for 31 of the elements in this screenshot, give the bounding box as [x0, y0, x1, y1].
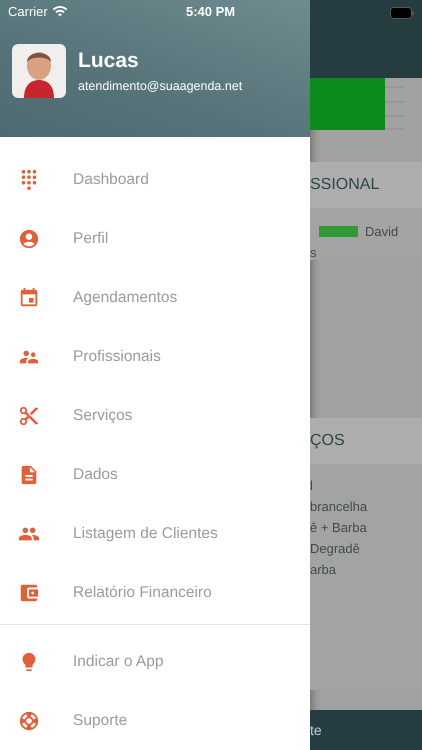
- section-header: ÇOS: [310, 418, 422, 464]
- bottom-bar-label: te: [310, 722, 322, 738]
- service-name: Degradê: [310, 541, 361, 556]
- service-name: arba: [310, 562, 338, 577]
- scissors-icon: [18, 404, 40, 427]
- avatar: [12, 44, 66, 98]
- menu-item[interactable]: Suporte: [0, 691, 310, 750]
- service-name: brancelha: [310, 499, 368, 514]
- menu-item[interactable]: Listagem de Clientes: [0, 504, 310, 564]
- service-name: l: [310, 478, 314, 493]
- menu-item[interactable]: Perfil: [0, 209, 310, 268]
- battery-icon: [390, 7, 414, 19]
- user-name: Lucas: [78, 49, 140, 73]
- menu-item[interactable]: Serviços: [0, 386, 310, 446]
- chart-label: s: [310, 245, 318, 260]
- person-icon: [18, 228, 40, 250]
- user-email: atendimento@suaagenda.net: [78, 79, 242, 93]
- menu-item[interactable]: Profissionais: [0, 327, 310, 386]
- menu-item[interactable]: Indicar o App: [0, 632, 310, 691]
- wifi-icon: [52, 3, 68, 19]
- section-header: SSIONAL: [310, 162, 422, 208]
- carrier-label: Carrier: [8, 4, 48, 18]
- service-name: ê + Barba: [310, 520, 368, 535]
- menu-item[interactable]: Dashboard: [0, 150, 310, 210]
- clock-time: 5:40 PM: [186, 4, 236, 19]
- calendar-icon: [18, 286, 40, 309]
- legend-label: David: [365, 224, 398, 239]
- menu-item[interactable]: Relatório Financeiro: [0, 563, 310, 622]
- lifebuoy-icon: [18, 710, 40, 732]
- menu-item[interactable]: Agendamentos: [0, 268, 310, 328]
- menu-item[interactable]: Dados: [0, 445, 310, 504]
